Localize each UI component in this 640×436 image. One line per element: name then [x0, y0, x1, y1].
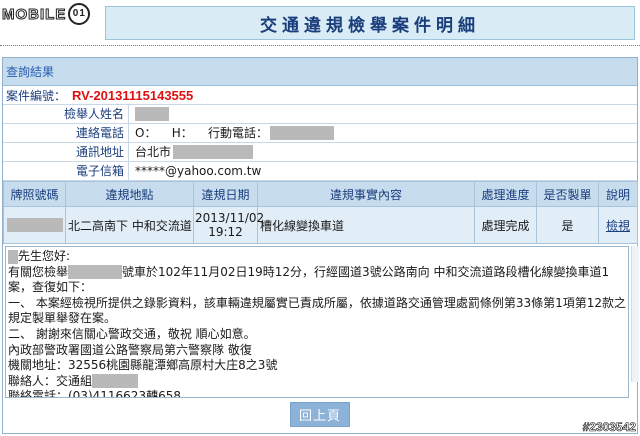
field-email: 電子信箱 *****@yahoo.com.tw	[3, 162, 637, 181]
redacted-block	[173, 145, 254, 159]
field-label: 通訊地址	[3, 143, 129, 161]
case-number: RV-20131115143555	[72, 87, 194, 103]
field-address: 通訊地址 台北市	[3, 143, 637, 162]
watermark: #2303542	[582, 420, 636, 435]
cell-detail[interactable]: 檢視	[598, 206, 638, 244]
cell-progress: 處理完成	[474, 206, 537, 244]
violation-table: 牌照號碼 違規地點 違規日期 違規事實內容 處理進度 是否製單 說明 北二高南下…	[3, 181, 638, 244]
col-location: 違規地點	[65, 181, 194, 207]
col-issued: 是否製單	[536, 181, 599, 207]
cell-plate	[3, 206, 66, 244]
greeting: 先生您好:	[18, 249, 71, 263]
reply-text: 內政部警政署國道公路警察局第六警察隊 敬復	[8, 342, 252, 357]
back-button[interactable]: 回上頁	[289, 402, 350, 427]
site-logo: MOBILE 01	[1, 2, 91, 26]
page-title-bar: 交通違規檢舉案件明細	[105, 6, 635, 40]
reply-text: 有關您檢舉	[8, 264, 69, 279]
field-reporter-name: 檢舉人姓名	[3, 105, 637, 124]
col-plate: 牌照號碼	[3, 181, 66, 207]
reply-text: 一、 本案經檢視所提供之錄影資料，該車輛違規屬實已責成所屬，依據道路交通管理處罰…	[8, 295, 626, 326]
reply-text: 聯絡電話：(03)4116623轉658	[8, 389, 181, 398]
scrollbar[interactable]	[631, 246, 639, 382]
cell-issued: 是	[536, 206, 599, 244]
page-title: 交通違規檢舉案件明細	[260, 15, 480, 36]
field-value: O： H： 行動電話：	[135, 126, 268, 140]
redacted-block	[270, 126, 334, 140]
cell-fact: 槽化線變換車道	[257, 206, 475, 244]
col-detail: 說明	[598, 181, 638, 207]
reply-text: 聯絡人：交通組	[8, 373, 93, 388]
redacted-block	[68, 265, 123, 280]
date-line: 2013/11/02	[195, 211, 265, 225]
reply-text: 二、 謝謝來信關心警政交通，敬祝 順心如意。	[8, 326, 256, 341]
reply-letter: 先生您好: 有關您檢舉 號車於102年11月02日19時12分，行經國道3號公路南…	[5, 246, 629, 398]
logo-mark: 01	[68, 3, 91, 25]
field-phone: 連絡電話 O： H： 行動電話：	[3, 124, 637, 143]
table-row: 北二高南下 中和交流道 2013/11/02 19:12 槽化線變換車道 處理完成…	[3, 206, 638, 244]
redacted-block	[135, 107, 169, 121]
col-date: 違規日期	[193, 181, 258, 207]
table-header-row: 牌照號碼 違規地點 違規日期 違規事實內容 處理進度 是否製單 說明	[3, 181, 638, 207]
cell-date: 2013/11/02 19:12	[193, 206, 265, 244]
field-label: 檢舉人姓名	[3, 105, 129, 123]
time-line: 19:12	[208, 225, 243, 239]
reply-text: 機關地址：32556桃園縣龍潭鄉高原村大庄8之3號	[8, 358, 278, 373]
field-label: 電子信箱	[3, 162, 129, 180]
col-fact: 違規事實內容	[257, 181, 475, 207]
field-value: *****@yahoo.com.tw	[135, 164, 262, 178]
redacted-block	[6, 218, 63, 233]
divider	[0, 45, 640, 46]
panel-header: 查詢結果	[3, 58, 637, 86]
field-value: 台北市	[135, 145, 172, 159]
cell-location: 北二高南下 中和交流道	[65, 206, 194, 244]
case-row: 案件編號： RV-20131115143555	[3, 86, 637, 105]
view-detail-link[interactable]: 檢視	[606, 219, 630, 233]
redacted-block	[92, 374, 139, 389]
col-progress: 處理進度	[474, 181, 537, 207]
result-panel: 查詢結果 案件編號： RV-20131115143555 檢舉人姓名 連絡電話 …	[2, 57, 638, 434]
field-label: 連絡電話	[3, 124, 129, 142]
redacted-block	[8, 249, 18, 264]
case-label: 案件編號：	[6, 88, 67, 103]
